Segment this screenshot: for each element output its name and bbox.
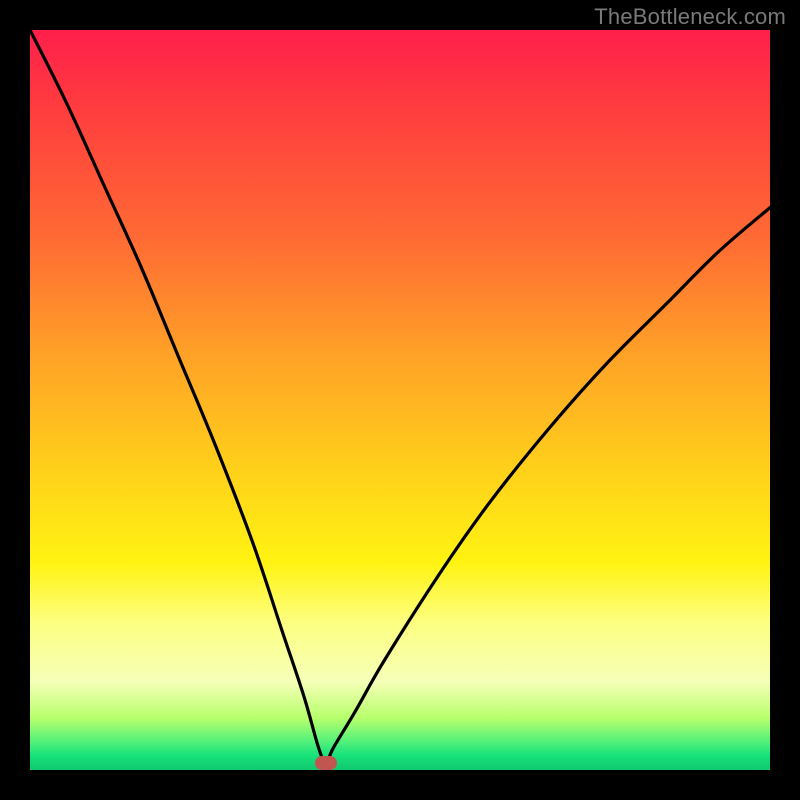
curve-svg — [30, 30, 770, 770]
bottleneck-minimum-marker — [315, 756, 337, 770]
watermark-text: TheBottleneck.com — [594, 4, 786, 30]
plot-area — [30, 30, 770, 770]
bottleneck-curve — [30, 30, 770, 763]
chart-frame: TheBottleneck.com — [0, 0, 800, 800]
